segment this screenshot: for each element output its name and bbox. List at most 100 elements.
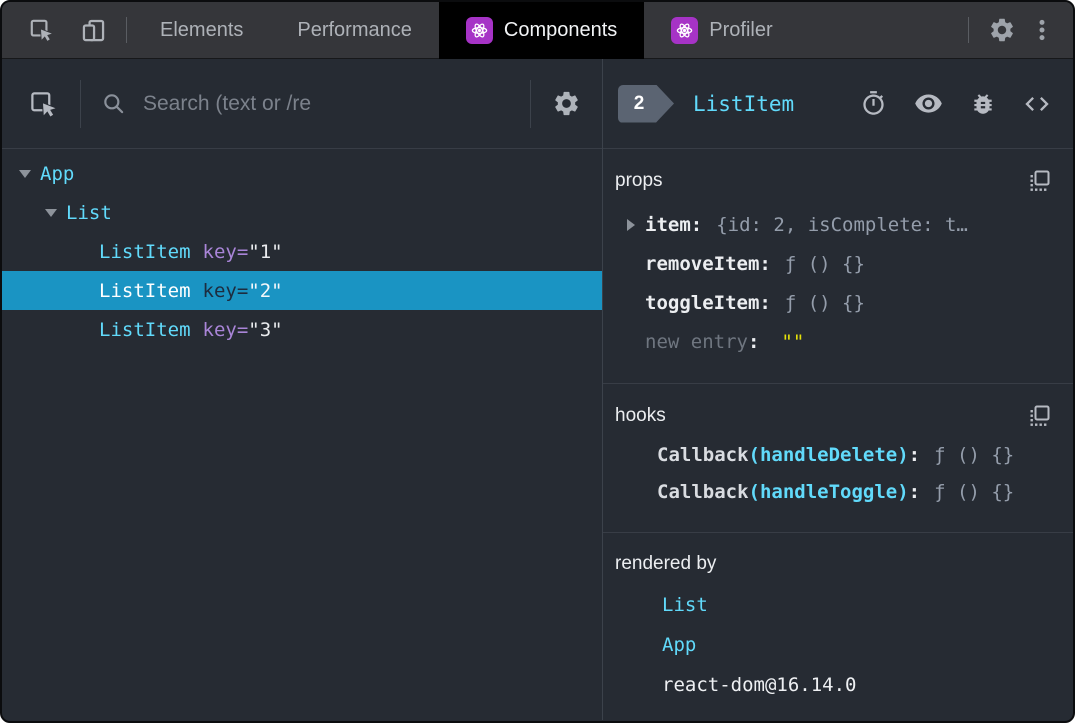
component-name: ListItem bbox=[99, 240, 191, 263]
select-element-to-inspect-button[interactable] bbox=[28, 89, 58, 119]
react-logo-icon bbox=[465, 16, 493, 44]
tree-row-app[interactable]: App bbox=[2, 154, 602, 193]
component-tree: App List ListItem key= "1" ListItem key=… bbox=[2, 149, 602, 720]
selection-index-badge: 2 bbox=[618, 84, 674, 123]
devtools-settings-button[interactable] bbox=[985, 13, 1019, 47]
colon: : bbox=[908, 480, 921, 503]
key-value: "1" bbox=[248, 240, 283, 263]
rendered-by-heading: rendered by bbox=[615, 553, 717, 574]
copy-hooks-button[interactable] bbox=[1027, 404, 1051, 428]
rendered-by-item[interactable]: List bbox=[615, 585, 1057, 625]
colon: : bbox=[759, 291, 771, 314]
toggle-device-toolbar-button[interactable] bbox=[76, 13, 110, 47]
hook-callback-name: (handleToggle) bbox=[748, 480, 909, 503]
view-settings-button[interactable] bbox=[552, 89, 581, 118]
devtools-menu-button[interactable] bbox=[1025, 13, 1059, 47]
inspected-component-title: ListItem bbox=[693, 91, 795, 116]
colon: : bbox=[908, 443, 921, 466]
stopwatch-icon bbox=[860, 90, 887, 117]
expander-down-icon[interactable] bbox=[19, 169, 31, 178]
colon: : bbox=[690, 213, 703, 236]
expander-right-icon[interactable] bbox=[627, 218, 635, 231]
hooks-heading: hooks bbox=[615, 405, 666, 426]
view-source-button[interactable] bbox=[1023, 90, 1051, 118]
eye-icon bbox=[914, 89, 943, 118]
renderer-version: react-dom@16.14.0 bbox=[662, 674, 857, 696]
prop-row-new-entry[interactable]: new entry : "" bbox=[615, 322, 1057, 361]
props-section: props item: {id: 2, isComplete: t… remo… bbox=[603, 149, 1073, 384]
tab-performance[interactable]: Performance bbox=[270, 2, 439, 59]
prop-row-toggleitem[interactable]: toggleItem : ƒ () {} bbox=[615, 283, 1057, 322]
inspect-dom-element-button[interactable] bbox=[914, 89, 943, 118]
inspect-cursor-icon bbox=[28, 89, 58, 119]
key-attribute: key= bbox=[202, 279, 249, 302]
copy-icon bbox=[1027, 404, 1051, 428]
prop-row-item[interactable]: item : {id: 2, isComplete: t… bbox=[615, 205, 1057, 244]
tree-toolbar bbox=[2, 59, 602, 149]
tab-label: Profiler bbox=[709, 18, 773, 41]
search-input[interactable] bbox=[141, 90, 530, 117]
bug-icon bbox=[970, 91, 996, 117]
owner-link-app[interactable]: App bbox=[662, 634, 696, 656]
key-attribute: key= bbox=[202, 318, 249, 341]
hooks-section: hooks Callback (handleDelete): ƒ () {} … bbox=[603, 384, 1073, 533]
hook-row-handletoggle[interactable]: Callback (handleToggle) : ƒ () {} bbox=[615, 473, 1057, 510]
prop-name: item bbox=[645, 213, 691, 236]
inspect-cursor-icon bbox=[28, 17, 54, 43]
key-value: "3" bbox=[248, 318, 283, 341]
prop-name: toggleItem bbox=[645, 291, 760, 314]
tab-label: Components bbox=[503, 18, 618, 41]
rendered-by-item[interactable]: App bbox=[615, 625, 1057, 665]
prop-value: ƒ () {} bbox=[784, 291, 865, 314]
hook-value: ƒ () {} bbox=[934, 480, 1015, 503]
component-tree-panel: App List ListItem key= "1" ListItem key=… bbox=[2, 59, 603, 720]
devtools-tab-bar: Elements Performance Components Profiler bbox=[2, 2, 1073, 59]
rendered-by-section: rendered by List App react-dom@16.14.0 bbox=[603, 533, 1073, 720]
suspend-timer-button[interactable] bbox=[860, 90, 887, 117]
gear-icon bbox=[552, 89, 581, 118]
tree-row-listitem-3[interactable]: ListItem key= "3" bbox=[2, 310, 602, 349]
component-name: App bbox=[40, 162, 75, 185]
component-name: List bbox=[66, 201, 112, 224]
tabbar-divider bbox=[968, 17, 969, 43]
hook-type: Callback bbox=[657, 443, 749, 466]
key-value: "2" bbox=[248, 279, 283, 302]
rendered-by-item: react-dom@16.14.0 bbox=[615, 665, 1057, 705]
inspected-element-panel: 2 ListItem props item: {id: 2, isComple… bbox=[603, 59, 1073, 720]
inspected-element-header: 2 ListItem bbox=[603, 59, 1073, 149]
tree-row-listitem-2-selected[interactable]: ListItem key= "2" bbox=[2, 271, 602, 310]
inspect-element-button[interactable] bbox=[24, 13, 58, 47]
tab-profiler[interactable]: Profiler bbox=[644, 2, 799, 59]
toolbar-divider bbox=[530, 79, 531, 128]
prop-value[interactable]: "" bbox=[781, 331, 804, 353]
header-actions bbox=[860, 89, 1051, 118]
gear-icon bbox=[988, 16, 1016, 44]
prop-value: {id: 2, isComplete: t… bbox=[716, 213, 968, 236]
component-name: ListItem bbox=[99, 279, 191, 302]
expander-down-icon[interactable] bbox=[45, 208, 57, 217]
owner-link-list[interactable]: List bbox=[662, 594, 708, 616]
colon: : bbox=[759, 252, 771, 275]
log-component-data-button[interactable] bbox=[970, 91, 996, 117]
tabbar-divider bbox=[126, 17, 127, 43]
component-name: ListItem bbox=[99, 318, 191, 341]
hook-type: Callback bbox=[657, 480, 749, 503]
colon: : bbox=[747, 330, 760, 353]
props-heading: props bbox=[615, 170, 663, 191]
copy-icon bbox=[1027, 169, 1051, 193]
tree-row-listitem-1[interactable]: ListItem key= "1" bbox=[2, 232, 602, 271]
hook-value: ƒ () {} bbox=[934, 443, 1015, 466]
key-attribute: key= bbox=[202, 240, 249, 263]
new-entry-field[interactable]: new entry bbox=[645, 331, 748, 353]
copy-props-button[interactable] bbox=[1027, 169, 1051, 193]
prop-row-removeitem[interactable]: removeItem : ƒ () {} bbox=[615, 244, 1057, 283]
components-panel: App List ListItem key= "1" ListItem key=… bbox=[2, 59, 1073, 720]
tab-components[interactable]: Components bbox=[438, 2, 645, 59]
hook-row-handledelete[interactable]: Callback (handleDelete) : ƒ () {} bbox=[615, 436, 1057, 473]
hook-callback-name: (handleDelete) bbox=[748, 443, 909, 466]
search-icon bbox=[101, 91, 127, 117]
tree-row-list[interactable]: List bbox=[2, 193, 602, 232]
tab-elements[interactable]: Elements bbox=[133, 2, 270, 59]
react-logo-icon bbox=[671, 16, 699, 44]
tab-label: Performance bbox=[297, 18, 412, 41]
